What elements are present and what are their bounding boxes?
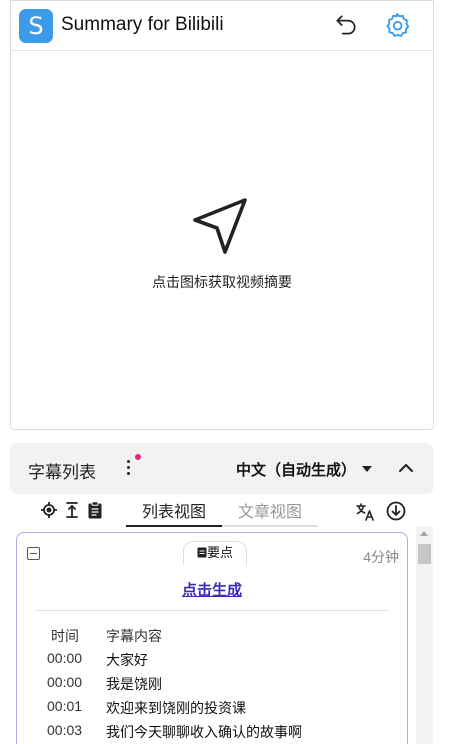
row-time: 00:00 <box>47 650 83 666</box>
subtitle-row[interactable]: 00:00 我是饶刚 <box>17 674 407 698</box>
subtitle-row[interactable]: 00:03 我们今天聊聊收入确认的故事啊 <box>17 722 407 744</box>
keypoints-tab[interactable]: 要点 <box>183 541 247 565</box>
subtitle-bar: 字幕列表 中文（自动生成） <box>10 443 434 494</box>
row-time: 00:03 <box>47 722 83 738</box>
row-time: 00:00 <box>47 674 83 690</box>
scroll-to-top-icon[interactable] <box>64 501 80 524</box>
row-text: 我是饶刚 <box>106 676 162 692</box>
subtitle-list-title: 字幕列表 <box>28 463 96 482</box>
scrollbar-thumb[interactable] <box>418 544 431 564</box>
chevron-up-icon[interactable] <box>398 461 414 479</box>
tab-article-view[interactable]: 文章视图 <box>222 498 318 527</box>
subtitle-card: 要点 4分钟 点击生成 时间 字幕内容 00:00 大家好 00:00 我是饶刚… <box>16 532 408 744</box>
row-text: 欢迎来到饶刚的投资课 <box>106 700 246 716</box>
summary-panel: 点击图标获取视频摘要 <box>10 50 434 430</box>
row-text: 我们今天聊聊收入确认的故事啊 <box>106 724 302 740</box>
scrollbar[interactable] <box>416 526 433 744</box>
keypoints-label: 要点 <box>206 545 233 560</box>
locate-icon[interactable] <box>40 501 58 524</box>
app-header: S Summary for Bilibili <box>10 0 434 50</box>
divider <box>35 610 389 611</box>
gear-icon[interactable] <box>383 11 411 44</box>
collapse-toggle[interactable] <box>27 547 40 560</box>
subtitle-row[interactable]: 00:01 欢迎来到饶刚的投资课 <box>17 698 407 722</box>
clipboard-icon[interactable] <box>87 501 103 524</box>
video-duration: 4分钟 <box>363 549 399 565</box>
scroll-up-arrow-icon[interactable] <box>420 531 428 536</box>
subtitle-row[interactable]: 00:00 大家好 <box>17 650 407 674</box>
notification-dot <box>135 454 141 460</box>
app-logo: S <box>19 9 53 43</box>
tab-list-view[interactable]: 列表视图 <box>126 498 222 527</box>
more-vert-icon[interactable] <box>123 457 133 479</box>
generate-link[interactable]: 点击生成 <box>17 579 407 600</box>
language-select[interactable]: 中文（自动生成） <box>236 459 356 480</box>
summary-hint: 点击图标获取视频摘要 <box>152 274 292 290</box>
download-icon[interactable] <box>386 501 406 526</box>
translate-icon[interactable] <box>356 503 376 526</box>
column-header-time: 时间 <box>51 628 79 644</box>
clipboard-icon <box>197 547 207 558</box>
column-header-text: 字幕内容 <box>106 628 162 644</box>
send-icon[interactable] <box>191 196 249 263</box>
caret-down-icon[interactable] <box>362 466 372 472</box>
row-text: 大家好 <box>106 652 148 668</box>
undo-icon[interactable] <box>333 12 359 43</box>
app-title: Summary for Bilibili <box>61 14 224 35</box>
row-time: 00:01 <box>47 698 83 714</box>
